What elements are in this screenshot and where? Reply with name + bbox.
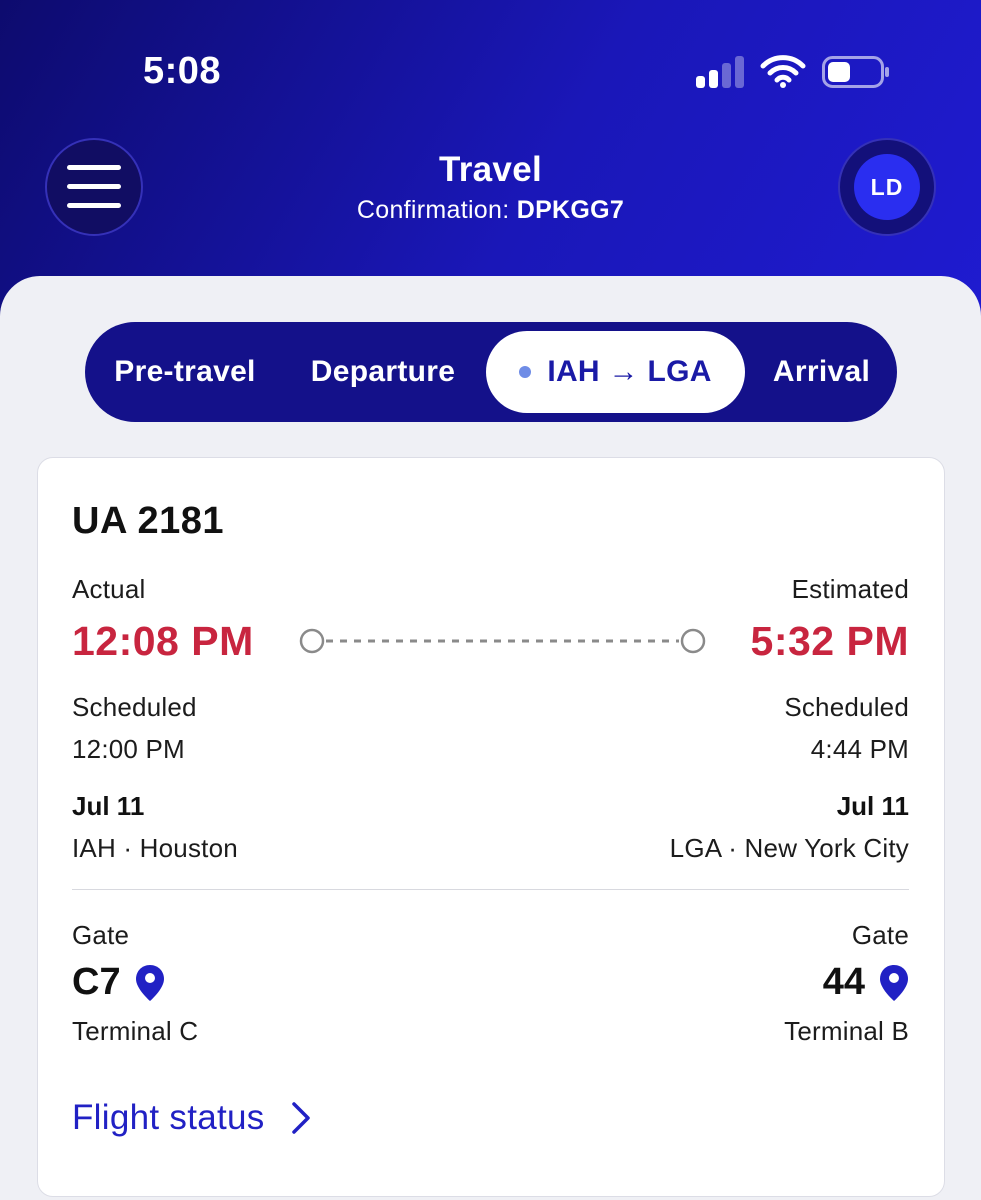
departure-time: 12:08 PM [72, 618, 254, 664]
tab-arrival[interactable]: Arrival [750, 322, 893, 422]
tab-flight-iah-lga[interactable]: IAH → LGA [486, 331, 745, 413]
confirmation-line: Confirmation: DPKGG7 [0, 196, 981, 225]
arrival-scheduled-label: Scheduled [784, 692, 909, 722]
departure-gate-label: Gate [72, 920, 130, 950]
tab-departure[interactable]: Departure [285, 322, 481, 422]
departure-terminal: Terminal C [72, 1016, 199, 1046]
title-block: Travel Confirmation: DPKGG7 [0, 150, 981, 225]
tab-flight-label: IAH → LGA [547, 355, 712, 388]
arrival-gate-value: 44 [822, 961, 865, 1003]
arrival-scheduled-time: 4:44 PM [810, 734, 909, 764]
departure-airport: IAH · Houston [72, 833, 238, 863]
map-pin-icon[interactable] [879, 964, 909, 1002]
profile-button[interactable]: LD [838, 138, 936, 236]
trip-tabs: Pre-travel Departure IAH → LGA Arrival [85, 322, 897, 422]
status-time: 5:08 [143, 50, 222, 92]
arrival-gate[interactable]: 44 [811, 961, 909, 1004]
arrival-terminal: Terminal B [784, 1016, 909, 1046]
arrival-airport: LGA · New York City [669, 833, 909, 863]
page-title: Travel [439, 150, 542, 189]
chevron-right-icon [291, 1102, 310, 1134]
departure-scheduled-time: 12:00 PM [72, 734, 185, 764]
departure-status-label: Actual [72, 574, 146, 604]
flight-status-link[interactable]: Flight status [72, 1098, 311, 1138]
arrival-time: 5:32 PM [750, 618, 909, 664]
cellular-signal-icon [696, 56, 746, 88]
card-divider [72, 889, 909, 890]
flight-number: UA 2181 [72, 500, 225, 542]
flight-status-label: Flight status [72, 1098, 265, 1137]
map-pin-icon[interactable] [135, 964, 165, 1002]
wifi-icon [760, 55, 806, 88]
active-dot [519, 366, 532, 378]
avatar: LD [854, 154, 920, 220]
departure-gate-value: C7 [72, 961, 121, 1003]
departure-scheduled-label: Scheduled [72, 692, 197, 722]
flight-card [37, 457, 945, 1197]
departure-gate[interactable]: C7 [72, 961, 165, 1004]
route-line [299, 628, 706, 654]
arrival-gate-label: Gate [851, 920, 909, 950]
confirmation-label: Confirmation: [356, 196, 510, 224]
departure-date: Jul 11 [72, 791, 145, 821]
arrival-date: Jul 11 [836, 791, 909, 821]
arrival-status-label: Estimated [791, 574, 909, 604]
confirmation-code: DPKGG7 [516, 196, 625, 224]
tab-pre-travel[interactable]: Pre-travel [85, 322, 285, 422]
battery-icon [822, 56, 889, 88]
